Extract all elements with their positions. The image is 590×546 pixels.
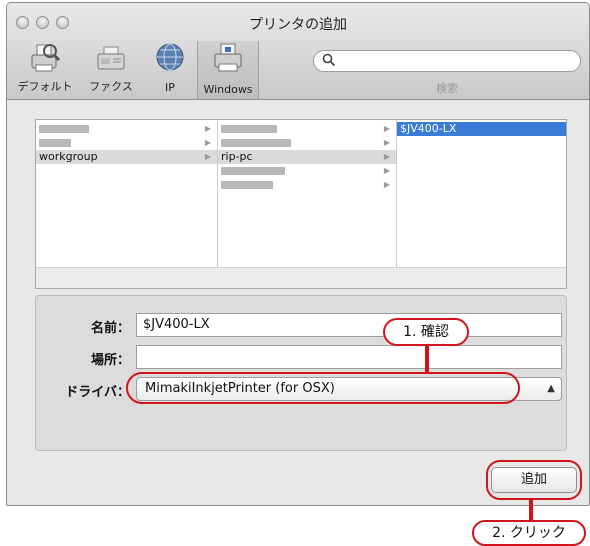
list-item-label: rip-pc [221,150,253,163]
location-field[interactable] [136,345,562,369]
blurred-item [221,139,291,147]
list-item-label: $JV400-LX [400,122,457,135]
list-item-rip-pc[interactable]: rip-pc ▶ [218,150,396,164]
list-item[interactable]: ▶ [218,136,396,150]
add-button-highlight-annotation [486,460,582,500]
search-label: 検索 [436,82,458,95]
toolbar-ip-label: IP [165,81,175,94]
chevron-right-icon: ▶ [204,138,211,147]
chevron-right-icon: ▶ [383,152,390,161]
toolbar-ip-button[interactable]: IP [145,41,195,97]
window-title: プリンタの追加 [249,17,347,33]
browser-column-2[interactable]: ▶ ▶ rip-pc ▶ ▶ ▶ [218,120,397,270]
blurred-item [39,125,89,133]
browser-column-1[interactable]: ▶ ▶ workgroup ▶ [36,120,218,270]
name-label: 名前： [90,321,130,336]
ip-globe-icon [156,43,184,71]
printer-browser[interactable]: ▶ ▶ workgroup ▶ ▶ ▶ rip-pc ▶ ▶ ▶ $JV400-… [35,119,567,289]
list-item[interactable]: ▶ [218,164,396,178]
blurred-item [221,167,285,175]
blurred-item [221,125,277,133]
chevron-right-icon: ▶ [204,124,211,133]
step1-annotation: 1. 確認 [383,318,469,346]
toolbar-windows-button[interactable]: Windows [197,41,259,99]
windows-printer-icon [214,43,242,72]
step2-annotation: 2. クリック [472,520,586,546]
search-input[interactable] [313,50,581,72]
add-printer-window: プリンタの追加 デフォルト ファクス IP Windows 検索 ▶ ▶ wor… [6,2,590,506]
blurred-item [39,139,71,147]
search-icon [322,53,336,67]
toolbar-default-button[interactable]: デフォルト [13,41,77,97]
list-item-workgroup[interactable]: workgroup ▶ [36,150,217,164]
toolbar-default-label: デフォルト [17,80,73,93]
chevron-right-icon: ▶ [204,152,211,161]
list-item[interactable]: ▶ [218,178,396,192]
chevron-right-icon: ▶ [383,166,390,175]
location-label: 場所： [90,353,130,368]
chevron-right-icon: ▶ [383,138,390,147]
list-item[interactable]: ▶ [218,122,396,136]
fax-icon [97,46,125,70]
name-field[interactable]: $JV400-LX [136,313,562,337]
toolbar: プリンタの追加 デフォルト ファクス IP Windows 検索 [7,3,589,100]
horizontal-scrollbar[interactable] [36,267,566,288]
annotation-connector-2 [529,500,533,522]
driver-label: ドライバ： [65,385,130,400]
browser-column-3[interactable]: $JV400-LX [397,120,566,270]
toolbar-windows-label: Windows [203,83,253,96]
chevron-right-icon: ▶ [383,124,390,133]
chevron-up-down-icon: ▲ [547,383,555,394]
toolbar-fax-label: ファクス [89,80,133,93]
annotation-connector-1 [425,344,429,372]
driver-highlight-annotation [126,372,520,404]
list-item-jv400-lx[interactable]: $JV400-LX [397,122,566,136]
list-item[interactable]: ▶ [36,136,217,150]
toolbar-fax-button[interactable]: ファクス [79,41,143,97]
default-printer-icon [31,44,61,72]
list-item[interactable]: ▶ [36,122,217,136]
chevron-right-icon: ▶ [383,180,390,189]
list-item-label: workgroup [39,150,98,163]
blurred-item [221,181,273,189]
